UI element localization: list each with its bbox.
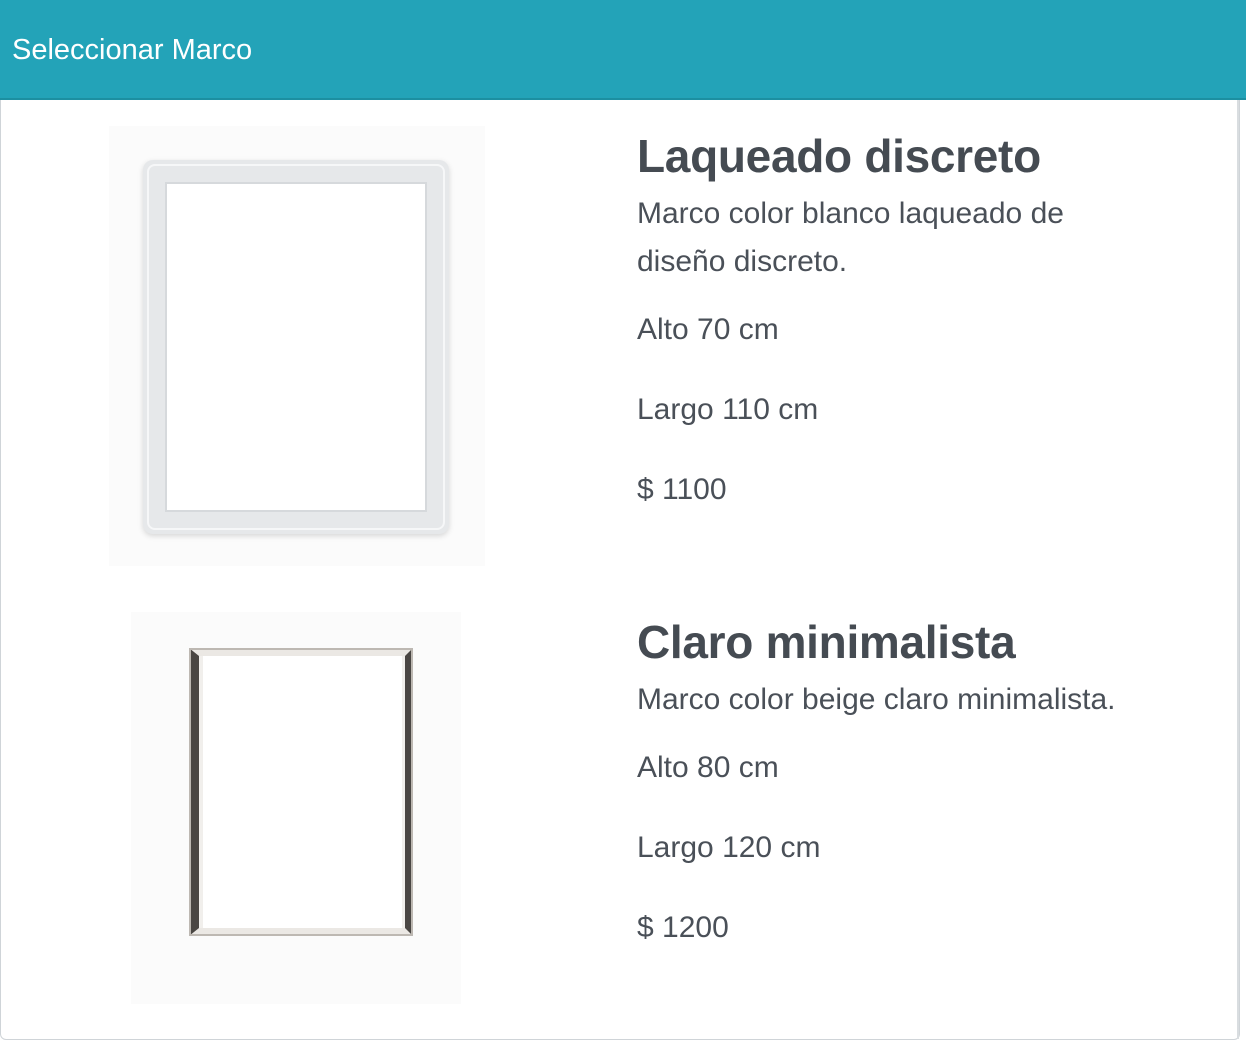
product-card-laqueado[interactable]: Laqueado discreto Marco color blanco laq… (1, 100, 1239, 580)
product-alto: Alto 80 cm (637, 751, 779, 784)
product-title: Claro minimalista (637, 616, 1016, 668)
product-title: Laqueado discreto (637, 130, 1041, 182)
product-description-line: Marco color blanco laqueado de (637, 197, 1064, 230)
product-card-claro[interactable]: Claro minimalista Marco color beige clar… (1, 586, 1239, 1036)
modal-title: Seleccionar Marco (12, 34, 253, 66)
product-price: $ 1100 (637, 473, 727, 506)
product-description-line: Marco color beige claro minimalista. (637, 683, 1116, 716)
product-info: Laqueado discreto Marco color blanco laq… (637, 128, 1064, 508)
product-largo: Largo 110 cm (637, 393, 819, 426)
product-description-line: diseño discreto. (637, 245, 848, 278)
frame-list-panel: Laqueado discreto Marco color blanco laq… (0, 100, 1240, 1040)
product-price: $ 1200 (637, 911, 729, 944)
product-largo: Largo 120 cm (637, 831, 821, 864)
product-info: Claro minimalista Marco color beige clar… (637, 614, 1116, 946)
modal-header: Seleccionar Marco (0, 0, 1246, 100)
frame-thin-shape (189, 648, 413, 936)
product-alto: Alto 70 cm (637, 313, 779, 346)
beige-minimal-frame-image[interactable] (131, 612, 461, 1004)
product-description: Marco color blanco laqueado de diseño di… (637, 190, 1064, 286)
white-lacquered-frame-image[interactable] (109, 126, 485, 566)
product-description: Marco color beige claro minimalista. (637, 676, 1116, 724)
frame-thick-shape (143, 160, 449, 534)
